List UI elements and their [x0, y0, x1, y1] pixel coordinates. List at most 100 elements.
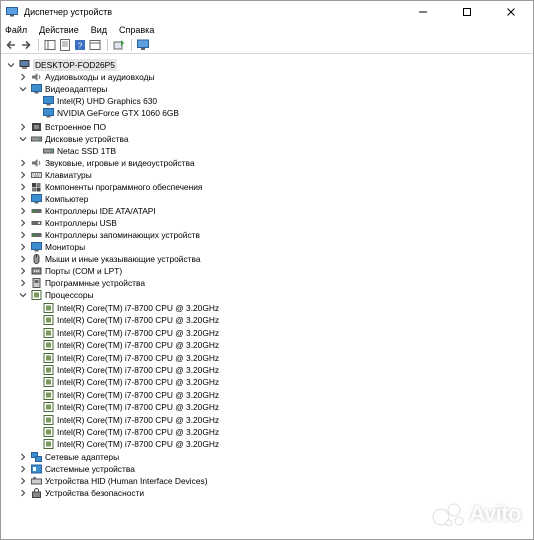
tree-item-cpu[interactable]: Intel(R) Core(TM) i7-8700 CPU @ 3.20GHz: [43, 389, 219, 401]
tree-item-sound[interactable]: Звуковые, игровые и видеоустройства: [19, 157, 195, 169]
network-adapter-icon: [31, 452, 42, 462]
chevron-right-icon[interactable]: [19, 476, 27, 486]
maximize-button[interactable]: [445, 1, 489, 23]
tree-item-gpu-nvidia[interactable]: NVIDIA GeForce GTX 1060 6GB: [43, 107, 179, 119]
tree-item-label: Контроллеры IDE ATA/ATAPI: [45, 206, 156, 216]
disk-drive-icon: [31, 134, 42, 144]
tree-item-cpu[interactable]: Intel(R) Core(TM) i7-8700 CPU @ 3.20GHz: [43, 438, 219, 450]
tree-item-keyboards[interactable]: Клавиатуры: [19, 169, 92, 181]
chevron-down-icon[interactable]: [19, 134, 27, 144]
tree-item-audio[interactable]: Аудиовыходы и аудиовходы: [19, 71, 155, 83]
tree-item-cpu[interactable]: Intel(R) Core(TM) i7-8700 CPU @ 3.20GHz: [43, 364, 219, 376]
tree-item-software-components[interactable]: Компоненты программного обеспечения: [19, 181, 202, 193]
tree-item-cpu[interactable]: Intel(R) Core(TM) i7-8700 CPU @ 3.20GHz: [43, 327, 219, 339]
tree-item-processors[interactable]: Процессоры: [19, 289, 94, 301]
chevron-right-icon[interactable]: [19, 194, 27, 204]
svg-text:?: ?: [78, 41, 83, 50]
chevron-down-icon[interactable]: [19, 84, 27, 94]
tree-item-security[interactable]: Устройства безопасности: [19, 487, 144, 499]
scan-hardware-button[interactable]: [113, 39, 125, 51]
back-button[interactable]: [5, 39, 17, 51]
tree-item-label: Intel(R) Core(TM) i7-8700 CPU @ 3.20GHz: [57, 352, 220, 363]
tree-item-gpu-intel[interactable]: Intel(R) UHD Graphics 630: [43, 95, 157, 107]
view-button[interactable]: [89, 39, 101, 51]
chevron-right-icon[interactable]: [19, 488, 27, 498]
tree-item-usb[interactable]: Контроллеры USB: [19, 217, 117, 229]
processor-icon: [43, 389, 54, 400]
tree-item-monitors[interactable]: Мониторы: [19, 241, 85, 253]
help-button[interactable]: ?: [74, 39, 86, 51]
processor-icon: [31, 290, 42, 300]
tree-item-network[interactable]: Сетевые адаптеры: [19, 451, 119, 463]
tree-item-ports[interactable]: Порты (COM и LPT): [19, 265, 122, 277]
chevron-right-icon[interactable]: [19, 464, 27, 474]
minimize-button[interactable]: [401, 1, 445, 23]
chevron-right-icon[interactable]: [19, 72, 27, 82]
tree-item-label: Netac SSD 1TB: [57, 146, 117, 156]
chevron-down-icon[interactable]: [19, 290, 27, 300]
tree-item-label: Сетевые адаптеры: [45, 452, 120, 462]
tree-item-cpu[interactable]: Intel(R) Core(TM) i7-8700 CPU @ 3.20GHz: [43, 414, 219, 426]
chevron-right-icon[interactable]: [19, 218, 27, 228]
chevron-right-icon[interactable]: [19, 254, 27, 264]
chevron-right-icon[interactable]: [19, 182, 27, 192]
tree-item-label: Intel(R) Core(TM) i7-8700 CPU @ 3.20GHz: [57, 365, 220, 375]
chevron-right-icon[interactable]: [19, 170, 27, 180]
title-bar: Диспетчер устройств: [1, 1, 533, 23]
display-device-button[interactable]: [137, 39, 149, 51]
tree-item-video[interactable]: Видеоадаптеры: [19, 83, 107, 95]
menu-bar: Файл Действие Вид Справка: [1, 23, 533, 36]
port-icon: [31, 266, 42, 276]
chevron-right-icon[interactable]: [19, 230, 27, 240]
tree-item-system[interactable]: Системные устройства: [19, 463, 135, 475]
show-hide-console-tree-button[interactable]: [44, 39, 56, 51]
hid-icon: [31, 476, 42, 486]
keyboard-icon: [31, 170, 42, 180]
processor-icon: [43, 303, 54, 313]
speaker-icon: [31, 72, 42, 82]
menu-action[interactable]: Действие: [39, 25, 79, 35]
tree-item-software-devices[interactable]: Программные устройства: [19, 277, 145, 289]
tree-item-label: Встроенное ПО: [45, 122, 107, 132]
forward-button[interactable]: [20, 39, 32, 51]
tree-item-label: Компьютер: [45, 194, 89, 204]
tree-item-computer[interactable]: Компьютер: [19, 193, 88, 205]
tree-item-storage-controllers[interactable]: Контроллеры запоминающих устройств: [19, 229, 200, 241]
chevron-right-icon[interactable]: [19, 206, 27, 216]
tree-item-cpu[interactable]: Intel(R) Core(TM) i7-8700 CPU @ 3.20GHz: [43, 339, 219, 351]
tree-item-firmware[interactable]: Встроенное ПО: [19, 121, 106, 133]
tree-item-hid[interactable]: Устройства HID (Human Interface Devices): [19, 475, 208, 487]
disk-drive-icon: [43, 146, 54, 156]
tree-item-disks[interactable]: Дисковые устройства: [19, 133, 129, 145]
tree-item-cpu[interactable]: Intel(R) Core(TM) i7-8700 CPU @ 3.20GHz: [43, 302, 219, 314]
display-adapter-icon: [43, 108, 54, 118]
chevron-right-icon[interactable]: [19, 278, 27, 288]
close-button[interactable]: [489, 1, 533, 23]
chevron-right-icon[interactable]: [19, 122, 27, 132]
tree-item-label: Звуковые, игровые и видеоустройства: [45, 158, 195, 168]
tree-item-cpu[interactable]: Intel(R) Core(TM) i7-8700 CPU @ 3.20GHz: [43, 376, 219, 388]
device-tree: DESKTOP-FOD26P5 Аудиовыходы и аудиовходы…: [1, 55, 533, 539]
menu-view[interactable]: Вид: [91, 25, 107, 35]
tree-item-root[interactable]: DESKTOP-FOD26P5: [7, 59, 117, 71]
tree-item-ide[interactable]: Контроллеры IDE ATA/ATAPI: [19, 205, 156, 217]
tree-item-ssd[interactable]: Netac SSD 1TB: [43, 145, 116, 157]
tree-item-cpu[interactable]: Intel(R) Core(TM) i7-8700 CPU @ 3.20GHz: [43, 426, 219, 438]
chevron-right-icon[interactable]: [19, 158, 27, 168]
toolbar-separator: [107, 38, 108, 51]
tree-item-cpu[interactable]: Intel(R) Core(TM) i7-8700 CPU @ 3.20GHz: [43, 401, 219, 413]
tree-item-label: Программные устройства: [45, 278, 145, 288]
tree-item-cpu[interactable]: Intel(R) Core(TM) i7-8700 CPU @ 3.20GHz: [43, 352, 219, 364]
menu-file[interactable]: Файл: [5, 25, 27, 35]
chevron-down-icon[interactable]: [7, 60, 15, 70]
device-manager-app-icon: [6, 7, 18, 17]
properties-button[interactable]: [59, 38, 71, 51]
chevron-right-icon[interactable]: [19, 452, 27, 462]
tree-item-mice[interactable]: Мыши и иные указывающие устройства: [19, 253, 201, 265]
forward-arrow-icon: [22, 40, 31, 49]
tree-item-cpu[interactable]: Intel(R) Core(TM) i7-8700 CPU @ 3.20GHz: [43, 314, 219, 326]
tree-item-label: Контроллеры USB: [45, 218, 117, 228]
menu-help[interactable]: Справка: [119, 25, 154, 35]
chevron-right-icon[interactable]: [19, 266, 27, 276]
chevron-right-icon[interactable]: [19, 242, 27, 252]
